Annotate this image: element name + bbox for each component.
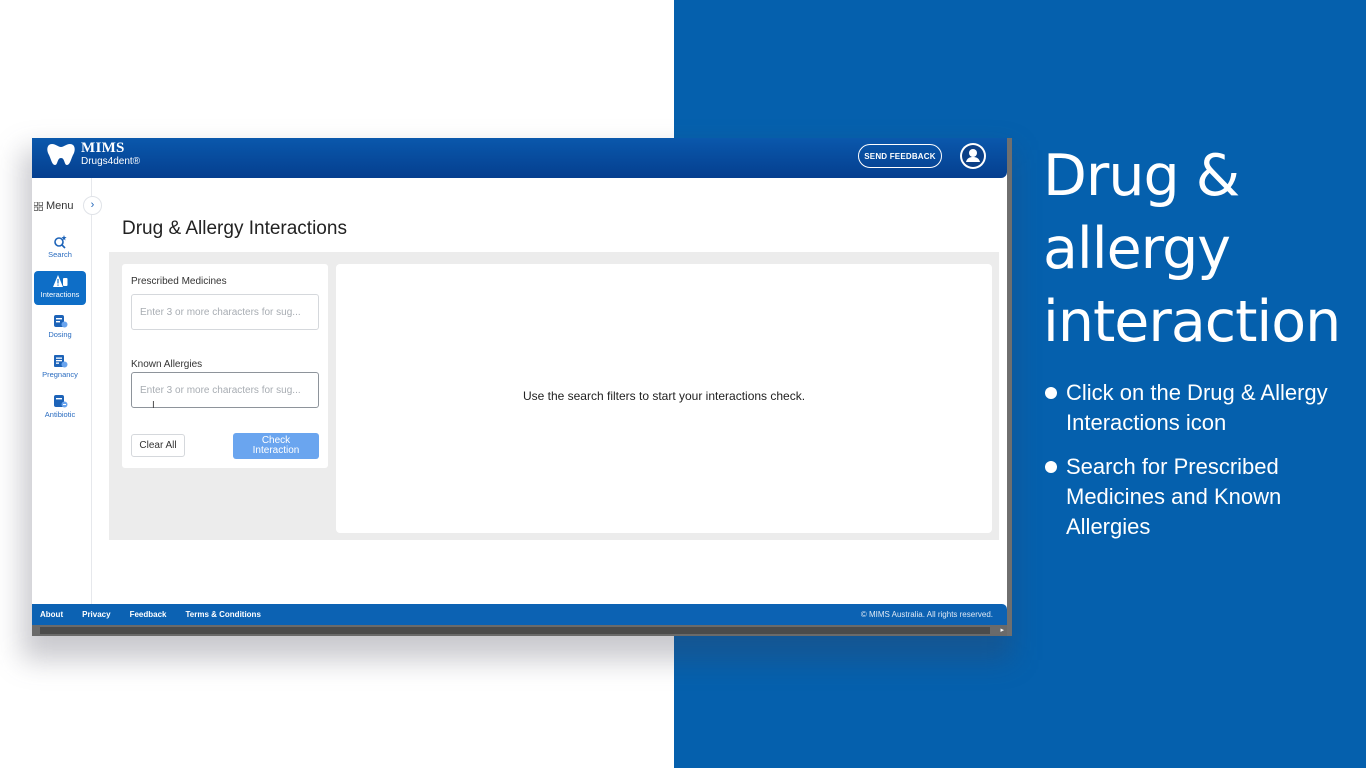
- sidebar-item-pregnancy[interactable]: Pregnancy: [34, 351, 86, 385]
- sidebar-item-interactions[interactable]: Interactions: [34, 271, 86, 305]
- footer-link-about[interactable]: About: [40, 610, 63, 619]
- registered-mark: ®: [132, 156, 141, 167]
- results-panel: Use the search filters to start your int…: [336, 264, 992, 533]
- footer-link-feedback[interactable]: Feedback: [130, 610, 167, 619]
- sidebar-item-label: Interactions: [40, 290, 80, 299]
- known-allergies-label: Known Allergies: [131, 359, 203, 370]
- grid-icon: [34, 201, 43, 211]
- prescribed-medicines-input[interactable]: [131, 294, 319, 330]
- slide-title: Drug & allergy interaction: [1043, 140, 1353, 359]
- copyright-text: © MIMS Australia. All rights reserved.: [860, 610, 993, 619]
- mims-logo[interactable]: MIMS Drugs4dent®: [46, 141, 140, 167]
- slide-title-line: Drug &: [1043, 143, 1240, 209]
- antibiotic-icon: [54, 395, 68, 408]
- app-window: MIMS Drugs4dent® SEND FEEDBACK Menu › Se…: [32, 138, 1012, 636]
- product-name: Drugs4dent: [81, 156, 133, 167]
- scrollbar-thumb[interactable]: [40, 627, 990, 634]
- known-allergies-input[interactable]: [131, 372, 319, 408]
- empty-results-message: Use the search filters to start your int…: [522, 389, 806, 403]
- search-icon: [54, 235, 67, 249]
- text-cursor-icon: I: [152, 400, 155, 411]
- sidebar-item-label: Antibiotic: [44, 410, 76, 419]
- clear-all-button[interactable]: Clear All: [131, 434, 185, 457]
- slide-bullet-list: Click on the Drug & Allergy Interactions…: [1044, 378, 1354, 556]
- horizontal-scrollbar[interactable]: ▸: [32, 625, 1007, 636]
- sidebar: Menu › Search Interactions Dosing Pregna…: [32, 178, 102, 604]
- page-title: Drug & Allergy Interactions: [122, 218, 347, 239]
- scroll-right-arrow-icon[interactable]: ▸: [1000, 626, 1004, 634]
- sidebar-item-label: Pregnancy: [42, 370, 78, 379]
- user-avatar[interactable]: [960, 143, 986, 169]
- slide-title-line: allergy: [1043, 216, 1231, 282]
- check-interaction-button[interactable]: Check Interaction: [233, 433, 319, 459]
- prescribed-medicines-label: Prescribed Medicines: [131, 276, 227, 287]
- send-feedback-button[interactable]: SEND FEEDBACK: [858, 144, 942, 168]
- dosing-icon: [54, 315, 68, 328]
- sidebar-item-dosing[interactable]: Dosing: [34, 311, 86, 345]
- footer-link-privacy[interactable]: Privacy: [82, 610, 110, 619]
- tooth-logo-icon: [47, 144, 75, 165]
- sidebar-item-search[interactable]: Search: [34, 231, 86, 265]
- brand-name: MIMS: [81, 140, 125, 156]
- pregnancy-icon: [54, 355, 68, 368]
- slide-bullet: Search for Prescribed Medicines and Know…: [1044, 452, 1354, 542]
- interactions-content: Prescribed Medicines Known Allergies I C…: [109, 252, 999, 540]
- sidebar-item-antibiotic[interactable]: Antibiotic: [34, 391, 86, 425]
- menu-text: Menu: [46, 200, 74, 212]
- sidebar-item-label: Dosing: [48, 330, 72, 339]
- slide-bullet: Click on the Drug & Allergy Interactions…: [1044, 378, 1354, 438]
- footer-link-terms[interactable]: Terms & Conditions: [185, 610, 260, 619]
- slide-title-line: interaction: [1043, 289, 1341, 355]
- check-label-line2: Interaction: [252, 445, 300, 456]
- interactions-icon: [53, 275, 68, 287]
- app-footer: About Privacy Feedback Terms & Condition…: [32, 604, 1007, 625]
- chevron-right-icon: ›: [90, 199, 95, 211]
- user-icon: [962, 145, 984, 167]
- sidebar-item-label: Search: [48, 250, 72, 259]
- menu-label[interactable]: Menu: [34, 200, 74, 212]
- menu-expand-button[interactable]: ›: [83, 196, 102, 215]
- search-filters-card: Prescribed Medicines Known Allergies I C…: [122, 264, 328, 468]
- app-header: MIMS Drugs4dent® SEND FEEDBACK: [32, 138, 1007, 178]
